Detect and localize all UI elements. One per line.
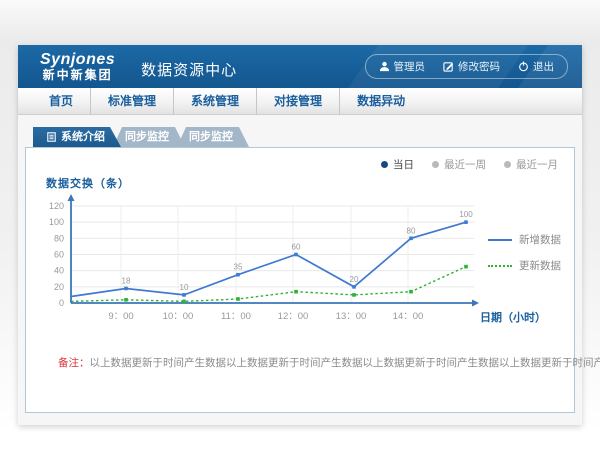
x-tick-label: 12：00 (278, 311, 309, 322)
user-icon (379, 61, 390, 72)
radio-icon (432, 161, 439, 168)
data-point-label: 60 (292, 243, 301, 252)
y-tick-label: 20 (54, 282, 64, 292)
data-point-marker (124, 298, 128, 302)
data-point-label: 10 (180, 283, 189, 292)
radio-label: 最近一周 (444, 157, 486, 172)
legend-item-1: 更新数据 (488, 258, 561, 273)
chart-legend: 新增数据更新数据 (488, 232, 561, 273)
y-tick-label: 40 (54, 266, 64, 276)
edit-icon (443, 61, 454, 72)
nav-item-1[interactable]: 标准管理 (90, 88, 173, 115)
nav-item-0[interactable]: 首页 (32, 88, 90, 115)
tab-bar: 系统介绍同步监控同步监控 (33, 127, 582, 147)
data-point-marker (352, 293, 356, 297)
tab-label: 系统介绍 (61, 127, 105, 147)
app-window: Synjones 新中新集团 数据资源中心 管理员修改密码退出 首页标准管理系统… (18, 45, 582, 425)
x-tick-label: 13：00 (336, 311, 367, 322)
user-toolbar-label: 管理员 (394, 59, 426, 74)
note-text: 以上数据更新于时间产生数据以上数据更新于时间产生数据以上数据更新于时间产生数据以… (90, 357, 600, 369)
tab-0[interactable]: 系统介绍 (33, 127, 121, 147)
tab-label: 同步监控 (189, 127, 233, 147)
note-prefix: 备注： (58, 357, 90, 369)
x-tick-label: 9：00 (108, 311, 133, 322)
nav-item-4[interactable]: 数据异动 (339, 88, 422, 115)
data-point-marker (182, 293, 186, 297)
data-point-label: 35 (234, 263, 243, 272)
data-point-label: 20 (350, 275, 359, 284)
user-toolbar-item-account[interactable]: 管理员 (370, 58, 435, 75)
time-range-filter: 当日 最近一周 最近一月 (381, 157, 558, 172)
page-title: 数据资源中心 (141, 59, 237, 80)
legend-label: 新增数据 (519, 232, 561, 247)
x-tick-label: 10：00 (163, 311, 194, 322)
legend-line-sample (488, 239, 512, 241)
data-point-marker (294, 253, 298, 257)
data-point-marker (236, 297, 240, 301)
time-range-option-1[interactable]: 最近一周 (432, 157, 486, 172)
radio-icon (504, 161, 511, 168)
content-area: 系统介绍同步监控同步监控 当日最近一周最近一月 数据交换（条） 02040608… (18, 115, 582, 425)
tab-label: 同步监控 (125, 127, 169, 147)
x-tick-label: 11：00 (221, 311, 251, 322)
y-tick-label: 100 (49, 217, 64, 227)
legend-line-sample (488, 265, 512, 267)
legend-item-0: 新增数据 (488, 232, 561, 247)
legend-label: 更新数据 (519, 258, 561, 273)
data-point-label: 100 (459, 210, 473, 219)
logo-company-text: 新中新集团 (40, 69, 115, 82)
data-point-label: 80 (407, 226, 416, 235)
data-point-marker (294, 290, 298, 294)
time-range-option-0[interactable]: 当日 (381, 157, 414, 172)
y-tick-label: 80 (54, 233, 64, 243)
user-toolbar-item-logout[interactable]: 退出 (509, 58, 563, 75)
user-toolbar-item-change-password[interactable]: 修改密码 (434, 58, 509, 75)
system-intro-panel: 当日 最近一周 最近一月 数据交换（条） 0 20 40 60 80 100 120 9：00 10… (25, 147, 575, 413)
data-point-marker (124, 287, 128, 291)
doc-icon (47, 132, 56, 142)
data-point-marker (236, 273, 240, 277)
data-point-marker (464, 220, 468, 224)
y-tick-label: 60 (54, 250, 64, 260)
radio-icon (381, 161, 388, 168)
tab-2[interactable]: 同步监控 (177, 127, 249, 147)
logo-brand-text: Synjones (40, 52, 115, 69)
user-toolbar-label: 退出 (533, 59, 554, 74)
time-range-option-2[interactable]: 最近一月 (504, 157, 558, 172)
user-toolbar-label: 修改密码 (458, 59, 500, 74)
nav-item-2[interactable]: 系统管理 (173, 88, 256, 115)
radio-label: 最近一月 (516, 157, 558, 172)
data-point-marker (464, 265, 468, 269)
app-header: Synjones 新中新集团 数据资源中心 管理员 修改密码 退出 (18, 45, 582, 88)
footer-note: 备注：以上数据更新于时间产生数据以上数据更新于时间产生数据以上数据更新于时间产生… (58, 355, 600, 370)
data-point-marker (182, 300, 186, 304)
chart-x-axis-title: 日期（小时） (480, 310, 546, 324)
x-tick-label: 14：00 (393, 311, 424, 322)
logout-icon (518, 61, 529, 72)
company-logo: Synjones 新中新集团 (40, 52, 115, 81)
chart-y-axis-title: 数据交换（条） (46, 175, 574, 191)
data-point-marker (409, 237, 413, 241)
y-tick-label: 120 (49, 201, 64, 211)
main-nav: 首页标准管理系统管理对接管理数据异动 (18, 88, 582, 115)
nav-item-3[interactable]: 对接管理 (256, 88, 339, 115)
y-tick-label: 0 (59, 298, 64, 308)
radio-label: 当日 (393, 157, 414, 172)
data-point-label: 18 (122, 276, 131, 285)
tab-1[interactable]: 同步监控 (113, 127, 185, 147)
user-toolbar: 管理员 修改密码 退出 (365, 54, 569, 79)
data-point-marker (409, 290, 413, 294)
data-point-marker (352, 285, 356, 289)
